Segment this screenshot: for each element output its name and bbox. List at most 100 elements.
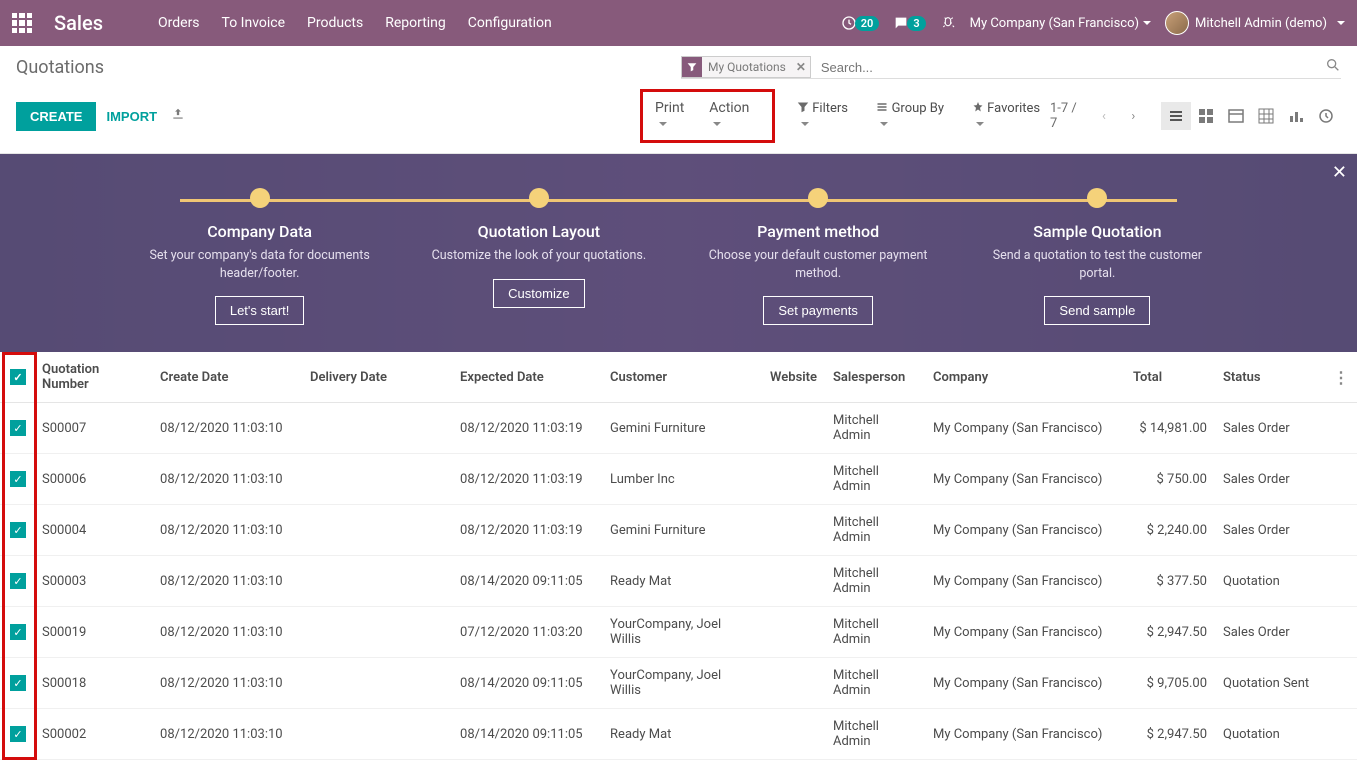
cell-create: 08/12/2020 11:03:10 bbox=[152, 709, 302, 760]
action-menu[interactable]: Action bbox=[709, 100, 760, 132]
cell-status: Sales Order bbox=[1215, 607, 1325, 658]
step-button[interactable]: Send sample bbox=[1044, 296, 1150, 325]
cell-delivery bbox=[302, 709, 452, 760]
cell-status: Sales Order bbox=[1215, 454, 1325, 505]
avatar bbox=[1165, 11, 1189, 35]
table-row[interactable]: ✓S0000308/12/2020 11:03:1008/14/2020 09:… bbox=[0, 556, 1357, 607]
favorites-menu[interactable]: Favorites bbox=[972, 101, 1050, 131]
view-calendar[interactable] bbox=[1221, 102, 1251, 130]
nav-reporting[interactable]: Reporting bbox=[385, 15, 446, 31]
import-button[interactable]: IMPORT bbox=[96, 102, 167, 131]
nav-links: Orders To Invoice Products Reporting Con… bbox=[158, 15, 552, 31]
activities-button[interactable]: 20 bbox=[841, 15, 880, 31]
cell-delivery bbox=[302, 403, 452, 454]
groupby-menu[interactable]: Group By bbox=[876, 101, 954, 131]
facet-remove[interactable]: ✕ bbox=[792, 60, 810, 74]
step-button[interactable]: Set payments bbox=[763, 296, 873, 325]
view-pivot[interactable] bbox=[1251, 102, 1281, 130]
row-checkbox[interactable]: ✓ bbox=[10, 726, 26, 742]
cell-status: Quotation bbox=[1215, 709, 1325, 760]
cell-num: S00019 bbox=[34, 607, 152, 658]
cell-delivery bbox=[302, 658, 452, 709]
step-dot bbox=[250, 188, 270, 208]
nav-orders[interactable]: Orders bbox=[158, 15, 200, 31]
cell-expected: 08/12/2020 11:03:19 bbox=[452, 454, 602, 505]
search-options: Filters Group By Favorites bbox=[797, 101, 1050, 131]
create-button[interactable]: CREATE bbox=[16, 102, 96, 131]
nav-products[interactable]: Products bbox=[307, 15, 363, 31]
col-status[interactable]: Status bbox=[1215, 352, 1325, 403]
view-activity[interactable] bbox=[1311, 102, 1341, 130]
row-checkbox[interactable]: ✓ bbox=[10, 573, 26, 589]
step-desc: Set your company's data for documents he… bbox=[120, 247, 399, 282]
table-row[interactable]: ✓S0000208/12/2020 11:03:1008/14/2020 09:… bbox=[0, 709, 1357, 760]
nav-configuration[interactable]: Configuration bbox=[468, 15, 552, 31]
col-delivery-date[interactable]: Delivery Date bbox=[302, 352, 452, 403]
col-customer[interactable]: Customer bbox=[602, 352, 762, 403]
row-checkbox[interactable]: ✓ bbox=[10, 420, 26, 436]
cell-create: 08/12/2020 11:03:10 bbox=[152, 658, 302, 709]
cell-expected: 08/12/2020 11:03:19 bbox=[452, 505, 602, 556]
search-input[interactable] bbox=[817, 57, 1325, 78]
table-row[interactable]: ✓S0000408/12/2020 11:03:1008/12/2020 11:… bbox=[0, 505, 1357, 556]
col-company[interactable]: Company bbox=[925, 352, 1125, 403]
print-menu[interactable]: Print bbox=[655, 100, 695, 132]
nav-to-invoice[interactable]: To Invoice bbox=[222, 15, 286, 31]
step-dot bbox=[529, 188, 549, 208]
search-icon[interactable] bbox=[1325, 57, 1341, 77]
step-button[interactable]: Customize bbox=[493, 279, 584, 308]
row-checkbox[interactable]: ✓ bbox=[10, 624, 26, 640]
col-total[interactable]: Total bbox=[1125, 352, 1215, 403]
col-website[interactable]: Website bbox=[762, 352, 825, 403]
cell-expected: 08/12/2020 11:03:19 bbox=[452, 403, 602, 454]
cell-expected: 08/14/2020 09:11:05 bbox=[452, 658, 602, 709]
print-action-highlight: Print Action bbox=[640, 89, 775, 143]
topbar: Sales Orders To Invoice Products Reporti… bbox=[0, 0, 1357, 46]
view-graph[interactable] bbox=[1281, 102, 1311, 130]
table-row[interactable]: ✓S0000708/12/2020 11:03:1008/12/2020 11:… bbox=[0, 403, 1357, 454]
debug-icon[interactable] bbox=[940, 15, 956, 31]
table-row[interactable]: ✓S0001908/12/2020 11:03:1007/12/2020 11:… bbox=[0, 607, 1357, 658]
user-menu[interactable]: Mitchell Admin (demo) bbox=[1165, 11, 1345, 35]
cell-customer: Ready Mat bbox=[602, 556, 762, 607]
upload-icon[interactable] bbox=[171, 107, 185, 125]
select-all-checkbox[interactable]: ✓ bbox=[10, 369, 26, 385]
messages-button[interactable]: 3 bbox=[893, 15, 925, 31]
cell-customer: Gemini Furniture bbox=[602, 505, 762, 556]
row-checkbox[interactable]: ✓ bbox=[10, 675, 26, 691]
step-title: Company Data bbox=[120, 222, 399, 241]
cell-salesperson: Mitchell Admin bbox=[825, 556, 925, 607]
cell-company: My Company (San Francisco) bbox=[925, 454, 1125, 505]
table-row[interactable]: ✓S0000608/12/2020 11:03:1008/12/2020 11:… bbox=[0, 454, 1357, 505]
pager-next[interactable]: › bbox=[1122, 104, 1145, 128]
col-quotation-number[interactable]: Quotation Number bbox=[34, 352, 152, 403]
messages-badge: 3 bbox=[907, 16, 925, 31]
step-button[interactable]: Let's start! bbox=[215, 296, 305, 325]
row-checkbox[interactable]: ✓ bbox=[10, 471, 26, 487]
cell-website bbox=[762, 454, 825, 505]
cell-num: S00003 bbox=[34, 556, 152, 607]
cell-salesperson: Mitchell Admin bbox=[825, 658, 925, 709]
cell-status: Sales Order bbox=[1215, 505, 1325, 556]
cell-create: 08/12/2020 11:03:10 bbox=[152, 505, 302, 556]
view-kanban[interactable] bbox=[1191, 102, 1221, 130]
filters-menu[interactable]: Filters bbox=[797, 101, 858, 131]
pager-text[interactable]: 1-7 / 7 bbox=[1050, 101, 1086, 131]
brand[interactable]: Sales bbox=[54, 11, 103, 35]
row-checkbox[interactable]: ✓ bbox=[10, 522, 26, 538]
col-salesperson[interactable]: Salesperson bbox=[825, 352, 925, 403]
company-switcher[interactable]: My Company (San Francisco) bbox=[970, 16, 1151, 31]
col-expected-date[interactable]: Expected Date bbox=[452, 352, 602, 403]
topbar-right: 20 3 My Company (San Francisco) Mitchell… bbox=[841, 11, 1345, 35]
control-panel: Quotations My Quotations ✕ CREATE IMPORT… bbox=[0, 46, 1357, 154]
pager-prev[interactable]: ‹ bbox=[1092, 104, 1115, 128]
cell-total: $ 377.50 bbox=[1125, 556, 1215, 607]
col-create-date[interactable]: Create Date bbox=[152, 352, 302, 403]
apps-icon[interactable] bbox=[12, 13, 32, 33]
cell-website bbox=[762, 505, 825, 556]
view-list[interactable] bbox=[1161, 102, 1191, 130]
step-desc: Send a quotation to test the customer po… bbox=[958, 247, 1237, 282]
table-row[interactable]: ✓S0001808/12/2020 11:03:1008/14/2020 09:… bbox=[0, 658, 1357, 709]
column-options[interactable]: ⋮ bbox=[1333, 368, 1349, 387]
cell-website bbox=[762, 607, 825, 658]
